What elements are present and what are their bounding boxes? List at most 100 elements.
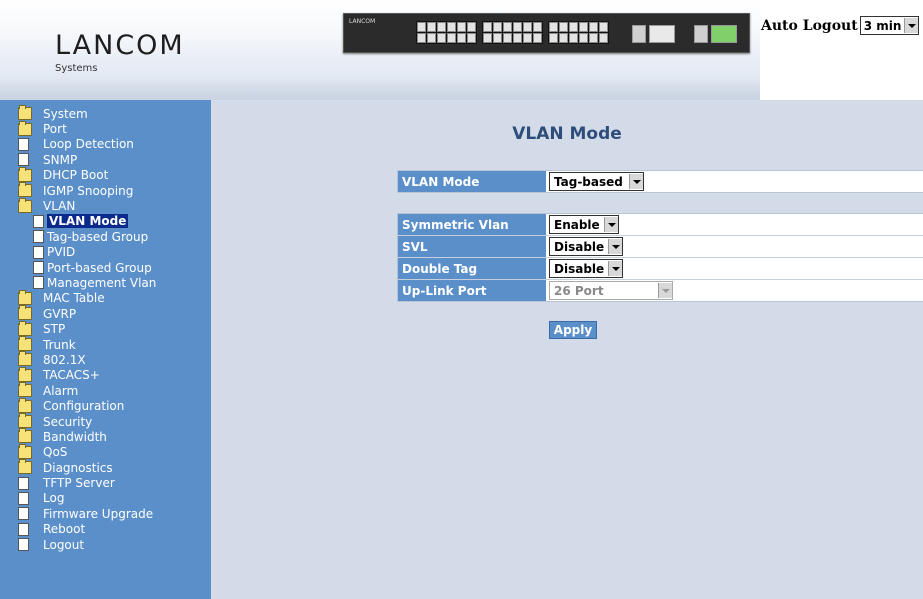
main-content: VLAN Mode VLAN Mode Tag-based Symmetric … [211, 100, 923, 599]
folder-icon [18, 351, 32, 367]
sidebar-item-loop-detection[interactable]: Loop Detection [18, 137, 156, 152]
chevron-down-icon [608, 261, 623, 276]
auto-logout: Auto Logout 3 min [761, 16, 920, 35]
port-block [548, 21, 609, 44]
vlan-mode-select[interactable]: Tag-based [549, 172, 644, 191]
folder-icon [18, 459, 32, 475]
folder-icon [18, 443, 32, 459]
sidebar-item-log[interactable]: Log [18, 491, 156, 506]
vlan-mode-row: VLAN Mode Tag-based [398, 171, 923, 192]
sidebar-item-label: Trunk [43, 337, 76, 352]
auto-logout-select[interactable]: 3 min [859, 16, 920, 35]
auto-logout-value: 3 min [863, 18, 902, 33]
sidebar-item-vlan[interactable]: VLAN [18, 197, 156, 214]
sidebar-item-label: 802.1X [43, 352, 86, 367]
folder-icon [18, 413, 32, 428]
page-icon [18, 137, 29, 151]
folder-icon [18, 382, 32, 398]
switch-brand-mark: LANCOM [349, 18, 376, 25]
sidebar-item-diagnostics[interactable]: Diagnostics [18, 459, 156, 475]
sidebar-item-label: Alarm [43, 383, 79, 398]
double-tag-select[interactable]: Disable [549, 259, 624, 278]
page-icon [33, 245, 44, 259]
double-tag-row: Double Tag Disable [398, 258, 923, 280]
folder-icon [18, 320, 32, 336]
page-title: VLAN Mode [512, 124, 622, 144]
sidebar-item-firmware-upgrade[interactable]: Firmware Upgrade [18, 506, 156, 521]
port-block [416, 21, 477, 44]
sidebar-item-label: IGMP Snooping [43, 183, 134, 198]
sidebar-item-dhcp-boot[interactable]: DHCP Boot [18, 166, 156, 183]
folder-icon [18, 397, 32, 413]
apply-button[interactable]: Apply [549, 321, 597, 339]
sidebar-item-label: PVID [47, 245, 76, 260]
sidebar-item-label: System [43, 106, 88, 121]
sidebar-item-label: VLAN [43, 199, 76, 214]
up-link-port-label: Up-Link Port [398, 280, 546, 301]
up-link-port-value: 26 Port [554, 283, 604, 298]
symmetric-vlan-value: Enable [554, 217, 600, 232]
sidebar-item-igmp-snooping[interactable]: IGMP Snooping [18, 182, 156, 198]
sidebar-item-pvid[interactable]: PVID [18, 245, 156, 260]
sidebar-item-port[interactable]: Port [18, 120, 156, 136]
sidebar-item-alarm[interactable]: Alarm [18, 382, 156, 398]
svl-value: Disable [554, 239, 605, 254]
sfp-port [649, 25, 675, 43]
svl-row: SVL Disable [398, 236, 923, 258]
sfp-slot [694, 25, 708, 43]
sidebar-item-management-vlan[interactable]: Management Vlan [18, 275, 156, 290]
folder-icon [18, 428, 32, 444]
sidebar-item-security[interactable]: Security [18, 413, 156, 429]
page-icon [18, 476, 29, 490]
sidebar-item-label: Bandwidth [43, 429, 107, 444]
page-icon [33, 214, 44, 228]
sidebar-item-label: Tag-based Group [47, 229, 149, 244]
sidebar-item-configuration[interactable]: Configuration [18, 397, 156, 414]
sidebar-item-label: TFTP Server [43, 476, 115, 491]
sidebar-item-802-1x[interactable]: 802.1X [18, 351, 156, 367]
sidebar-item-system[interactable]: System [18, 105, 156, 121]
sidebar-item-port-based-group[interactable]: Port-based Group [18, 260, 156, 275]
sidebar-item-label: Log [43, 491, 65, 506]
vlan-mode-table: VLAN Mode Tag-based [397, 170, 923, 193]
folder-icon [18, 289, 32, 305]
folder-icon [18, 336, 32, 352]
sidebar-item-label: Logout [43, 537, 85, 552]
sidebar-item-trunk[interactable]: Trunk [18, 336, 156, 352]
sidebar-item-reboot[interactable]: Reboot [18, 522, 156, 537]
sidebar-item-qos[interactable]: QoS [18, 443, 156, 460]
double-tag-cell: Disable [546, 258, 923, 279]
sidebar-item-tacacs[interactable]: TACACS+ [18, 366, 156, 383]
sidebar-item-stp[interactable]: STP [18, 320, 156, 337]
svl-select[interactable]: Disable [549, 237, 624, 256]
sidebar-item-mac-table[interactable]: MAC Table [18, 289, 156, 306]
sidebar-item-label: GVRP [43, 306, 77, 321]
sidebar-item-gvrp[interactable]: GVRP [18, 305, 156, 321]
sidebar: System Port Loop Detection SNMP DHCP Boot IGM… [0, 100, 211, 599]
folder-icon [18, 105, 32, 121]
sidebar-item-vlan-mode[interactable]: VLAN Mode [18, 214, 156, 229]
sidebar-item-label: Security [43, 414, 93, 429]
sidebar-item-logout[interactable]: Logout [18, 537, 156, 552]
chevron-down-icon [603, 217, 618, 232]
vlan-mode-cell: Tag-based [546, 171, 923, 192]
chevron-down-icon [628, 174, 643, 189]
sidebar-item-label: TACACS+ [43, 368, 100, 383]
sidebar-item-label: MAC Table [43, 291, 105, 306]
sidebar-item-tag-based-group[interactable]: Tag-based Group [18, 229, 156, 244]
folder-icon [18, 166, 32, 182]
page-icon [18, 538, 29, 552]
sidebar-item-bandwidth[interactable]: Bandwidth [18, 428, 156, 444]
sidebar-item-tftp-server[interactable]: TFTP Server [18, 475, 156, 490]
svl-label: SVL [398, 236, 546, 257]
sidebar-item-label: Reboot [43, 522, 86, 537]
sidebar-item-label: Configuration [43, 399, 125, 414]
chevron-down-icon [608, 239, 623, 254]
page-icon [33, 276, 44, 290]
symmetric-vlan-select[interactable]: Enable [549, 215, 619, 234]
vlan-mode-value: Tag-based [554, 174, 623, 189]
sidebar-item-label: SNMP [43, 152, 78, 167]
sidebar-item-snmp[interactable]: SNMP [18, 152, 156, 167]
sidebar-item-label: STP [43, 322, 66, 337]
sfp-port-active [711, 25, 737, 43]
